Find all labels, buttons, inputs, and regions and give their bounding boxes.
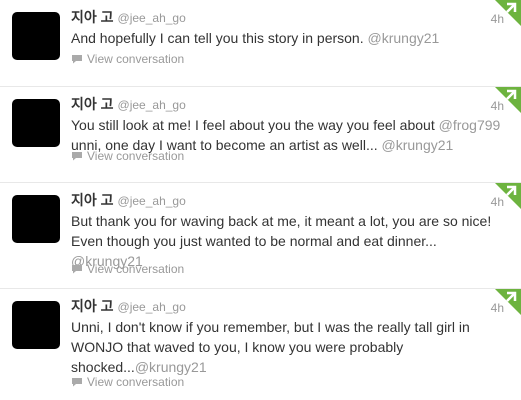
view-conversation-label: View conversation <box>87 262 185 276</box>
tweet-username[interactable]: @jee_ah_go <box>118 11 186 25</box>
view-conversation-label: View conversation <box>87 149 185 163</box>
avatar[interactable] <box>12 301 60 349</box>
avatar[interactable] <box>12 195 60 243</box>
speech-bubble-icon <box>72 378 82 387</box>
tweet-header: 지아 고 @jee_ah_go <box>71 191 186 210</box>
tweet[interactable]: 지아 고 @jee_ah_go 4h But thank you for wavi… <box>0 182 521 288</box>
tweet-username[interactable]: @jee_ah_go <box>118 300 186 314</box>
retweet-corner-icon <box>495 0 521 26</box>
view-conversation-link[interactable]: View conversation <box>71 149 184 163</box>
tweet-fullname[interactable]: 지아 고 <box>71 96 114 112</box>
retweet-corner-icon <box>495 87 521 113</box>
mention-link[interactable]: @krungy21 <box>135 359 207 375</box>
tweet-header: 지아 고 @jee_ah_go <box>71 8 186 27</box>
tweet-text-line: You still look at me! I feel about you t… <box>71 117 435 133</box>
view-conversation-link[interactable]: View conversation <box>71 52 184 66</box>
speech-bubble-icon <box>72 152 82 161</box>
speech-bubble-icon <box>72 265 82 274</box>
tweet-text-line: Even though you just wanted to be normal… <box>71 233 437 249</box>
tweet-text-line: Unni, I don't know if you remember, but … <box>71 319 470 335</box>
retweet-corner-icon <box>495 289 521 315</box>
tweet-fullname[interactable]: 지아 고 <box>71 9 114 25</box>
view-conversation-link[interactable]: View conversation <box>71 262 184 276</box>
mention-link[interactable]: @krungy21 <box>382 137 454 153</box>
speech-bubble-icon <box>72 55 82 64</box>
tweet-text-line: And hopefully I can tell you this story … <box>71 30 364 46</box>
tweet-text: Unni, I don't know if you remember, but … <box>71 317 511 377</box>
tweet[interactable]: 지아 고 @jee_ah_go 4h Unni, I don't know if … <box>0 288 521 400</box>
tweet-text-line: But thank you for waving back at me, it … <box>71 213 492 229</box>
avatar[interactable] <box>12 99 60 147</box>
tweet-username[interactable]: @jee_ah_go <box>118 98 186 112</box>
tweet-text-line: shocked... <box>71 359 135 375</box>
tweet[interactable]: 지아 고 @jee_ah_go 4h And hopefully I can te… <box>0 0 521 86</box>
tweet-text: And hopefully I can tell you this story … <box>71 28 511 48</box>
view-conversation-label: View conversation <box>87 52 185 66</box>
view-conversation-link[interactable]: View conversation <box>71 375 184 389</box>
view-conversation-label: View conversation <box>87 375 185 389</box>
retweet-corner-icon <box>495 183 521 209</box>
tweet-fullname[interactable]: 지아 고 <box>71 298 114 314</box>
tweet-header: 지아 고 @jee_ah_go <box>71 95 186 114</box>
mention-link[interactable]: @frog799 <box>439 117 501 133</box>
mention-link[interactable]: @krungy21 <box>368 30 440 46</box>
avatar[interactable] <box>12 12 60 60</box>
tweet-header: 지아 고 @jee_ah_go <box>71 297 186 316</box>
tweet-fullname[interactable]: 지아 고 <box>71 192 114 208</box>
tweet[interactable]: 지아 고 @jee_ah_go 4h You still look at me! … <box>0 86 521 182</box>
tweet-username[interactable]: @jee_ah_go <box>118 194 186 208</box>
tweet-text-line: WONJO that waved to you, I know you were… <box>71 339 404 355</box>
tweet-timeline: 지아 고 @jee_ah_go 4h And hopefully I can te… <box>0 0 521 400</box>
